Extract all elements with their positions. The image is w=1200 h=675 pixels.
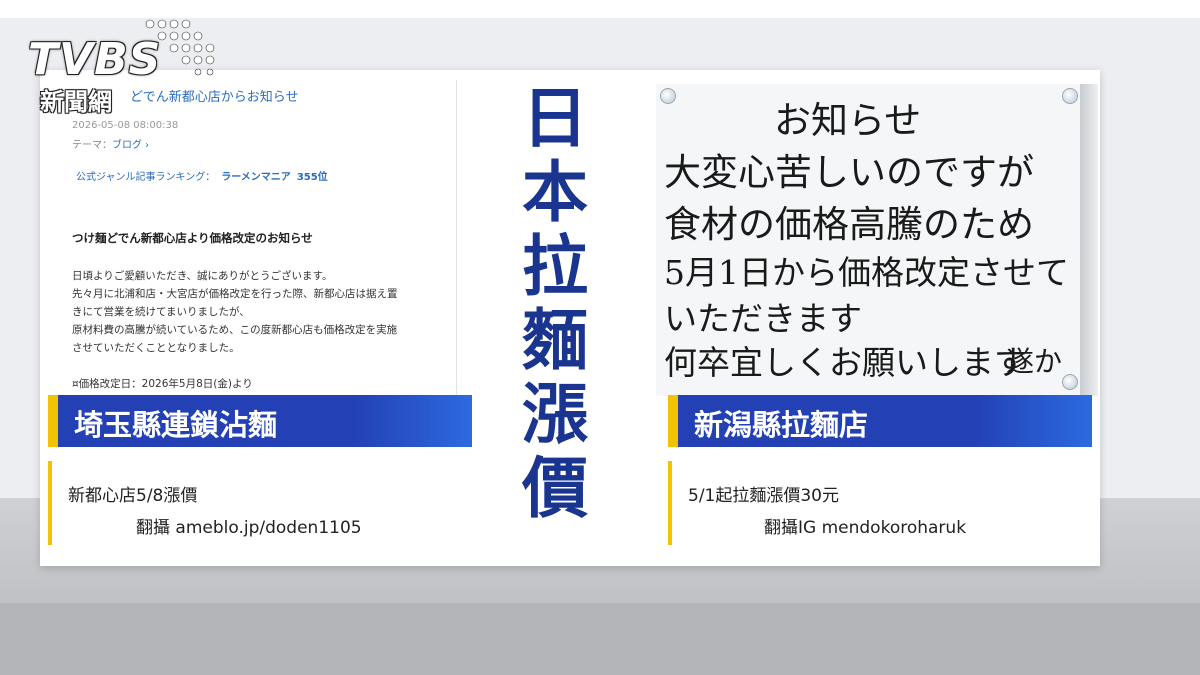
- sign-line: 食材の価格高騰のため: [664, 203, 1034, 246]
- pin-icon: [1062, 88, 1078, 104]
- blog-theme-label: テーマ：: [72, 140, 112, 151]
- rank-label: 公式ジャンル記事ランキング：: [76, 172, 216, 183]
- left-caption: 新都心店5/8漲價 翻攝 ameblo.jp/doden1105: [48, 461, 472, 545]
- blog-theme: テーマ：ブログ ›: [72, 136, 149, 151]
- right-caption-line1: 5/1起拉麵漲價30元: [688, 486, 839, 506]
- sign-line: いただきます: [664, 299, 862, 338]
- blog-ranking: 公式ジャンル記事ランキング： ラーメンマニア 355位: [76, 168, 328, 183]
- sign-line: お知らせ: [774, 99, 922, 142]
- blog-body-line: 原材料費の高騰が続いているため、この度新都心店も価格改定を実施: [72, 324, 398, 336]
- logo-subtitle: 新聞網: [40, 88, 112, 116]
- tvbs-logo: TVBS 新聞網: [28, 16, 228, 116]
- blog-body-line: きにて営業を続けてまいりましたが、: [72, 306, 250, 318]
- headline-char: 麵: [522, 302, 588, 379]
- blog-theme-link[interactable]: ブログ: [112, 140, 142, 151]
- rank-genre-link[interactable]: ラーメンマニア: [221, 172, 291, 183]
- banner-fade: [972, 395, 1092, 447]
- headline-char: 本: [522, 154, 588, 231]
- background-floor: [0, 603, 1200, 675]
- right-caption-credit: 翻攝IG mendokoroharuk: [764, 518, 967, 538]
- right-caption: 5/1起拉麵漲價30元 翻攝IG mendokoroharuk: [668, 461, 1092, 545]
- pin-icon: [660, 88, 676, 104]
- sign-line: 大変心苦しいのですが: [664, 151, 1034, 194]
- blog-body: 日頃よりご愛顧いただき、誠にありがとうございます。 先々月に北浦和店・大宮店が価…: [72, 267, 452, 357]
- left-caption-credit: 翻攝 ameblo.jp/doden1105: [136, 518, 362, 538]
- banner-accent: [48, 395, 58, 447]
- sign-line: 何卒宜しくお願いします: [664, 343, 1027, 382]
- sign-line: 5月1日から価格改定させて: [664, 253, 1069, 292]
- headline-char: 漲: [522, 376, 588, 453]
- blog-date: 2026-05-08 08:00:38: [72, 120, 179, 131]
- headline-char: 日: [522, 80, 588, 157]
- blog-screenshot: どでん新都心店からお知らせ 2026-05-08 08:00:38 テーマ：ブロ…: [58, 80, 457, 395]
- right-banner-label: 新潟縣拉麵店: [694, 408, 869, 442]
- rank-value: 355位: [296, 172, 328, 183]
- pin-icon: [1062, 374, 1078, 390]
- banner-fade: [352, 395, 472, 447]
- blog-heading: つけ麺どでん新都心店より価格改定のお知らせ: [72, 231, 313, 245]
- right-banner: 新潟縣拉麵店: [668, 395, 1092, 447]
- sign-edge: [1080, 84, 1098, 396]
- sign-signature: 遂か: [1006, 345, 1063, 378]
- left-banner-label: 埼玉縣連鎖沾麵: [74, 408, 278, 442]
- left-banner: 埼玉縣連鎖沾麵: [48, 395, 472, 447]
- chevron-right-icon: ›: [142, 140, 150, 151]
- logo-wordmark: TVBS: [28, 34, 162, 85]
- headline-char: 價: [522, 450, 588, 527]
- handwritten-sign-photo: お知らせ 大変心苦しいのですが 食材の価格高騰のため 5月1日から価格改定させて…: [656, 84, 1098, 396]
- banner-accent: [668, 395, 678, 447]
- headline-char: 拉: [522, 228, 588, 305]
- headline-vertical: 日 本 拉 麵 漲 價: [515, 82, 595, 526]
- blog-body-line: 日頃よりご愛顧いただき、誠にありがとうございます。: [72, 270, 333, 282]
- blog-body-line: 先々月に北浦和店・大宮店が価格改定を行った際、新都心店は据え置: [72, 288, 398, 300]
- blog-body-line: させていただくこととなりました。: [72, 342, 240, 354]
- left-caption-line1: 新都心店5/8漲價: [68, 486, 198, 506]
- blog-price-date: ¤価格改定日：2026年5月8日(金)より: [72, 378, 253, 390]
